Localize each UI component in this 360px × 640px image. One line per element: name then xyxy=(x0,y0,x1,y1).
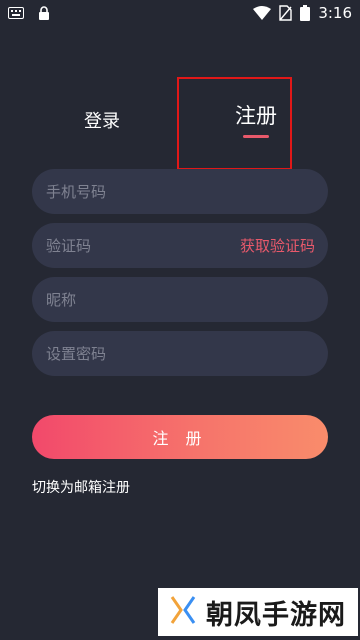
code-field: 获取验证码 xyxy=(32,223,328,268)
register-button[interactable]: 注 册 xyxy=(32,415,328,459)
tab-register-highlight xyxy=(177,77,292,170)
verification-code-input[interactable] xyxy=(46,236,240,255)
watermark: 朝凤手游网 xyxy=(158,588,358,636)
phone-input[interactable] xyxy=(46,182,314,201)
get-code-button[interactable]: 获取验证码 xyxy=(240,235,315,256)
switch-email-register-link[interactable]: 切换为邮箱注册 xyxy=(32,477,130,497)
tab-login[interactable]: 登录 xyxy=(70,100,134,140)
password-input[interactable] xyxy=(46,344,314,363)
phone-field xyxy=(32,169,328,214)
status-bar: 3:16 xyxy=(0,0,360,26)
status-time: 3:16 xyxy=(318,4,352,22)
no-sim-icon xyxy=(279,5,293,21)
keyboard-icon xyxy=(8,7,24,19)
watermark-logo-icon xyxy=(168,593,198,631)
battery-icon xyxy=(300,5,311,21)
password-field xyxy=(32,331,328,376)
lock-icon xyxy=(38,6,50,20)
wifi-icon xyxy=(253,6,272,20)
nickname-field xyxy=(32,277,328,322)
nickname-input[interactable] xyxy=(46,290,314,309)
watermark-text: 朝凤手游网 xyxy=(206,599,346,631)
